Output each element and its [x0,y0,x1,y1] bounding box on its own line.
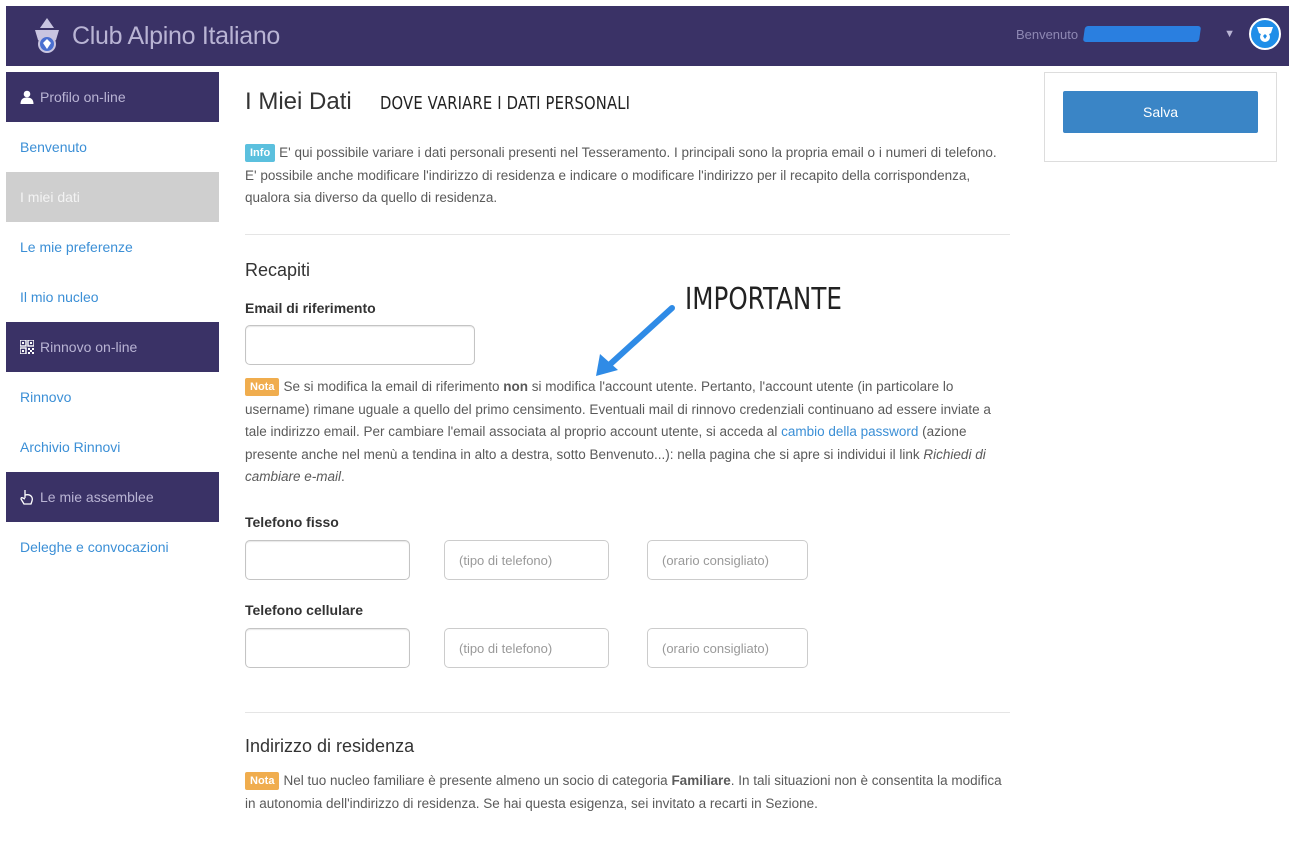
sidebar-item-nucleo[interactable]: Il mio nucleo [6,272,219,322]
note-bold: Familiare [671,773,731,788]
telefono-fisso-input[interactable] [245,540,410,580]
telefono-fisso-orario-input[interactable]: (orario consigliato) [647,540,808,580]
residenza-note: Nota Nel tuo nucleo familiare è presente … [245,770,1010,815]
save-panel: Salva [1044,72,1277,162]
nota-badge: Nota [245,378,280,396]
brand[interactable]: Club Alpino Italiano [32,16,280,56]
user-avatar[interactable] [1249,18,1281,50]
cai-emblem-icon [1257,27,1273,42]
telefono-cellulare-input[interactable] [245,628,410,668]
arrow-annotation-icon [596,305,675,376]
sidebar-item-deleghe[interactable]: Deleghe e convocazioni [6,522,219,572]
app-title: Club Alpino Italiano [72,21,281,50]
sidebar-item-preferenze[interactable]: Le mie preferenze [6,222,219,272]
note-text: Se si modifica la email di riferimento [283,379,504,394]
divider [245,712,1010,713]
qrcode-icon [19,339,35,355]
redacted-username [1082,26,1202,42]
telefono-cellulare-orario-input[interactable]: (orario consigliato) [647,628,808,668]
email-field[interactable] [245,325,475,365]
email-note: Nota Se si modifica la email di riferimen… [245,376,1010,489]
nota-badge: Nota [245,772,280,790]
section-title-recapiti: Recapiti [245,260,311,280]
sidebar: Profilo on-line Benvenuto I miei dati Le… [6,72,219,572]
sidebar-header-profilo: Profilo on-line [6,72,219,122]
save-button[interactable]: Salva [1063,91,1258,133]
user-icon [19,89,35,105]
telefono-cellulare-tipo-input[interactable]: (tipo di telefono) [444,628,609,668]
sidebar-item-miei-dati[interactable]: I miei dati [6,172,219,222]
handwritten-annotation-important: IMPORTANTE [685,282,842,317]
sidebar-header-assemblee: Le mie assemblee [6,472,219,522]
note-text: Nel tuo nucleo familiare è presente alme… [283,773,672,788]
info-text: E' qui possibile variare i dati personal… [245,145,997,205]
hand-icon [19,489,35,505]
telefono-fisso-tipo-input[interactable]: (tipo di telefono) [444,540,609,580]
note-text: . [341,469,345,484]
sidebar-item-archivio-rinnovi[interactable]: Archivio Rinnovi [6,422,219,472]
email-label: Email di riferimento [245,300,376,316]
sidebar-header-label: Le mie assemblee [40,489,154,505]
divider [245,234,1010,235]
info-badge: Info [245,144,276,162]
handwritten-annotation: DOVE VARIARE I DATI PERSONALI [379,93,630,114]
sidebar-header-rinnovo: Rinnovo on-line [6,322,219,372]
telefono-fisso-label: Telefono fisso [245,514,339,530]
sidebar-header-label: Profilo on-line [40,89,126,105]
info-paragraph: Info E' qui possibile variare i dati pers… [245,142,1010,210]
telefono-cellulare-label: Telefono cellulare [245,602,363,618]
page-title: I Miei Dati [245,88,352,115]
note-bold: non [503,379,529,394]
caret-down-icon[interactable]: ▼ [1224,28,1235,40]
welcome-text: Benvenuto [1015,26,1079,42]
user-menu[interactable]: Benvenuto ▼ [1016,18,1281,50]
sidebar-item-rinnovo[interactable]: Rinnovo [6,372,219,422]
sidebar-item-benvenuto[interactable]: Benvenuto [6,122,219,172]
top-navbar: Club Alpino Italiano Benvenuto ▼ [6,6,1289,66]
cai-emblem-icon [35,18,59,53]
sidebar-header-label: Rinnovo on-line [40,339,138,355]
cambio-password-link[interactable]: cambio della password [781,424,918,439]
section-title-residenza: Indirizzo di residenza [245,736,415,756]
